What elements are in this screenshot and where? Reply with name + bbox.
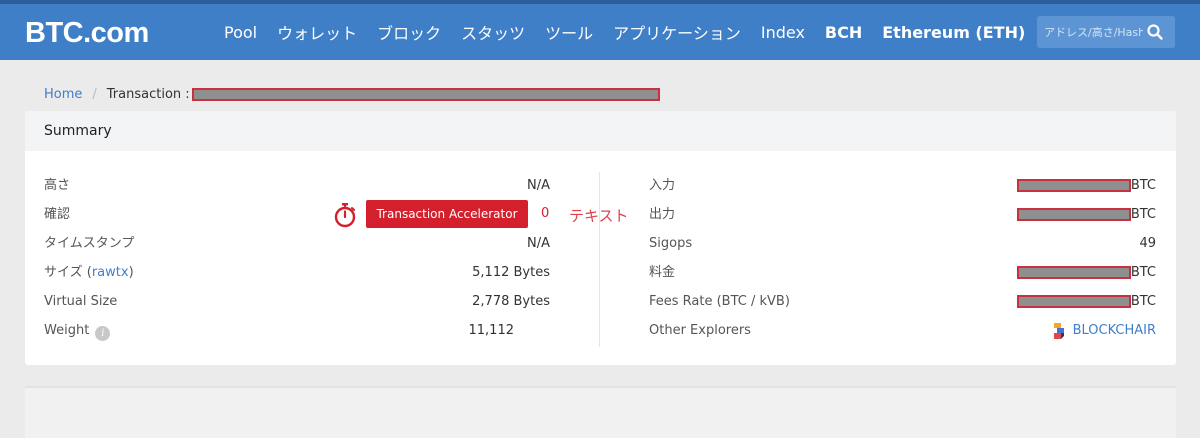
search-input[interactable] (1037, 16, 1143, 48)
row-timestamp: タイムスタンプ N/A (44, 229, 550, 258)
blockchair-logo-icon (1053, 322, 1064, 339)
row-fees-rate: Fees Rate (BTC / kVB) BTC (649, 287, 1156, 316)
blockchair-link[interactable]: BLOCKCHAIR (1052, 316, 1156, 345)
height-label: 高さ (44, 178, 71, 193)
weight-label: Weight (44, 323, 90, 338)
breadcrumb: Home / Transaction : (44, 87, 660, 102)
size-label-end: ) (128, 265, 134, 280)
nav-item-bch[interactable]: BCH (825, 23, 862, 42)
redacted-input (1016, 179, 1131, 192)
breadcrumb-separator: / (92, 87, 97, 102)
output-unit: BTC (1130, 207, 1156, 222)
redacted-feerate (1016, 295, 1131, 308)
site-logo[interactable]: BTC.com (25, 17, 149, 50)
input-value: BTC (1016, 171, 1156, 200)
top-navbar: BTC.com Pool ウォレット ブロック スタッツ ツール アプリケーショ… (0, 0, 1200, 60)
redacted-fee (1016, 266, 1131, 279)
row-size: サイズ (rawtx) 5,112 Bytes (44, 258, 550, 287)
row-weight: Weight i 11,112 (44, 316, 514, 345)
input-label: 入力 (649, 178, 676, 193)
size-label-text: サイズ ( (44, 265, 92, 280)
nav-item-stats[interactable]: スタッツ (461, 20, 525, 44)
main-nav: Pool ウォレット ブロック スタッツ ツール アプリケーション Index … (224, 4, 1045, 60)
output-label: 出力 (649, 207, 676, 222)
row-height: 高さ N/A (44, 171, 550, 200)
breadcrumb-home-link[interactable]: Home (44, 87, 82, 102)
explorers-value: BLOCKCHAIR (1052, 316, 1156, 351)
row-output: 出力 BTC (649, 200, 1156, 229)
transaction-accelerator-button[interactable]: Transaction Accelerator (366, 200, 528, 228)
height-value: N/A (527, 178, 550, 193)
summary-title: Summary (25, 111, 1176, 151)
fee-value: BTC (1016, 258, 1156, 287)
nav-item-tools[interactable]: ツール (545, 20, 593, 44)
timestamp-value: N/A (527, 236, 550, 251)
nav-item-pool[interactable]: Pool (224, 23, 257, 42)
confirm-label: 確認 (44, 207, 71, 222)
nav-item-index[interactable]: Index (761, 23, 805, 42)
vsize-value: 2,778 Bytes (472, 294, 550, 309)
row-fee: 料金 BTC (649, 258, 1156, 287)
next-card (25, 386, 1176, 438)
nav-item-applications[interactable]: アプリケーション (613, 20, 741, 44)
feerate-unit: BTC (1130, 294, 1156, 309)
weight-value: 11,112 (468, 323, 515, 338)
row-sigops: Sigops 49 (649, 229, 1156, 258)
row-input: 入力 BTC (649, 171, 1156, 200)
size-value: 5,112 Bytes (472, 265, 550, 280)
blockchair-label: BLOCKCHAIR (1072, 323, 1156, 338)
nav-item-wallet[interactable]: ウォレット (277, 20, 357, 44)
vsize-label: Virtual Size (44, 294, 118, 309)
search-icon[interactable] (1146, 23, 1164, 41)
redacted-txid (191, 88, 660, 101)
nav-item-blocks[interactable]: ブロック (377, 20, 441, 44)
row-virtual-size: Virtual Size 2,778 Bytes (44, 287, 550, 316)
input-unit: BTC (1130, 178, 1156, 193)
sigops-value: 49 (1139, 236, 1156, 251)
fee-label: 料金 (649, 265, 676, 280)
info-icon[interactable]: i (95, 326, 111, 341)
rawtx-link[interactable]: rawtx (92, 265, 129, 280)
row-other-explorers: Other Explorers BLOCKCHAIR (649, 316, 1156, 345)
stopwatch-icon (334, 203, 356, 228)
explorers-label: Other Explorers (649, 323, 751, 338)
size-label: サイズ (rawtx) (44, 258, 134, 287)
fee-unit: BTC (1130, 265, 1156, 280)
nav-item-ethereum[interactable]: Ethereum (ETH) (882, 23, 1025, 42)
column-divider (599, 172, 600, 347)
feerate-label: Fees Rate (BTC / kVB) (649, 294, 790, 309)
confirm-value: 0 (541, 206, 550, 221)
feerate-value: BTC (1016, 287, 1156, 316)
breadcrumb-current: Transaction : (106, 87, 190, 102)
timestamp-label: タイムスタンプ (44, 236, 135, 251)
output-value: BTC (1016, 200, 1156, 229)
sigops-label: Sigops (649, 236, 693, 251)
redacted-output (1016, 208, 1131, 221)
weight-label-wrap: Weight i (44, 316, 111, 345)
search-box (1037, 16, 1175, 48)
